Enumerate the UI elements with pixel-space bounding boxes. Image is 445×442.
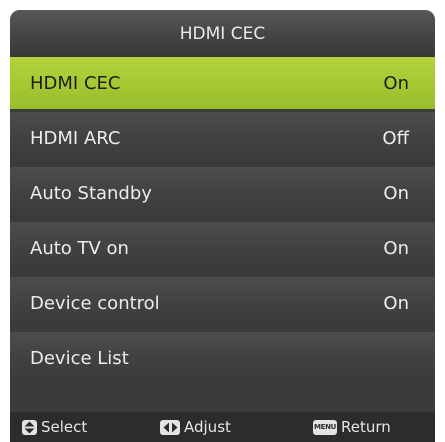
menu-item-device-control[interactable]: Device control On <box>10 277 435 329</box>
menu-item-label: HDMI CEC <box>30 72 121 94</box>
menu-item-value: On <box>383 182 409 204</box>
hint-select-label: Select <box>41 418 88 436</box>
menu-list: HDMI CEC On HDMI ARC Off Auto Standby On… <box>10 57 435 384</box>
menu-item-value: Off <box>382 127 409 149</box>
menu-item-value: On <box>383 292 409 314</box>
menu-item-auto-tv-on[interactable]: Auto TV on On <box>10 222 435 274</box>
hint-adjust-label: Adjust <box>184 418 231 436</box>
hint-return: MENU Return <box>313 412 391 442</box>
key-hint-bar: Select Adjust MENU Return <box>10 412 435 442</box>
left-right-arrow-icon <box>160 419 180 435</box>
menu-item-label: Device control <box>30 292 160 314</box>
menu-item-hdmi-cec[interactable]: HDMI CEC On <box>10 57 435 109</box>
hint-return-label: Return <box>341 418 391 436</box>
menu-item-label: Auto TV on <box>30 237 129 259</box>
menu-item-value: On <box>383 72 409 94</box>
menu-item-label: Device List <box>30 347 129 369</box>
hdmi-cec-menu: HDMI CEC HDMI CEC On HDMI ARC Off Auto S… <box>10 10 435 442</box>
hint-adjust: Adjust <box>160 412 231 442</box>
menu-item-label: HDMI ARC <box>30 127 121 149</box>
menu-item-value: On <box>383 237 409 259</box>
menu-item-label: Auto Standby <box>30 182 152 204</box>
menu-item-device-list[interactable]: Device List <box>10 332 435 384</box>
menu-title: HDMI CEC <box>10 10 435 57</box>
menu-key-icon: MENU <box>313 419 337 435</box>
menu-item-hdmi-arc[interactable]: HDMI ARC Off <box>10 112 435 164</box>
up-down-arrow-icon <box>22 419 37 435</box>
hint-select: Select <box>22 412 87 442</box>
menu-item-auto-standby[interactable]: Auto Standby On <box>10 167 435 219</box>
